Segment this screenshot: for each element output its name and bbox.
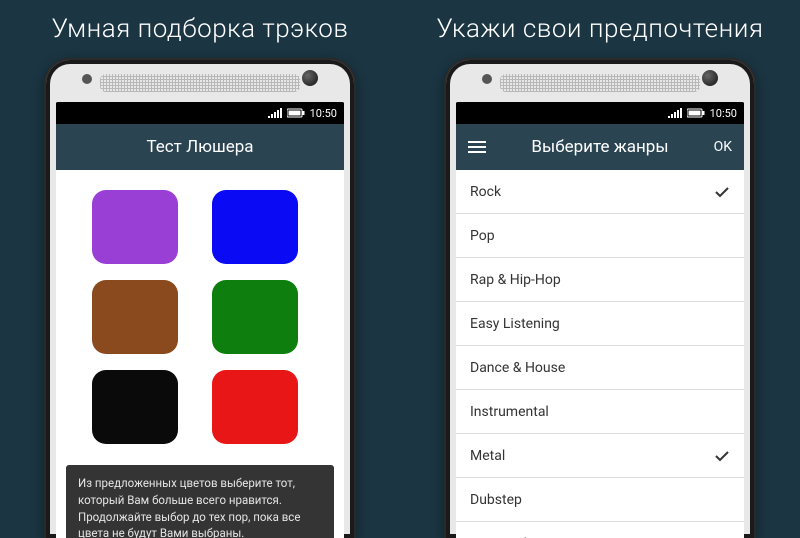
app-header-left: Тест Люшера xyxy=(56,124,344,170)
signal-icon xyxy=(268,108,282,118)
app-header-title: Выберите жанры xyxy=(531,137,668,157)
battery-icon xyxy=(687,108,705,118)
genre-label: Rock xyxy=(470,184,501,200)
genre-label: Easy Listening xyxy=(470,316,560,332)
app-header-title: Тест Люшера xyxy=(146,137,253,157)
genre-item[interactable]: Pop xyxy=(456,214,744,258)
color-tile-purple[interactable] xyxy=(92,190,178,264)
phone-speaker xyxy=(500,74,700,92)
status-bar: 10:50 xyxy=(56,102,344,124)
check-icon xyxy=(714,448,730,464)
left-panel: Умная подборка трэков 10:50 Тест Люшера … xyxy=(0,0,400,538)
right-panel: Укажи свои предпочтения 10:50 Выберите ж… xyxy=(400,0,800,538)
battery-icon xyxy=(287,108,305,118)
genre-label: Metal xyxy=(470,448,505,464)
instruction-toast: Из предложенных цветов выберите тот, кот… xyxy=(66,465,334,538)
luscher-body: Из предложенных цветов выберите тот, кот… xyxy=(56,170,344,538)
color-tile-green[interactable] xyxy=(212,280,298,354)
phone-speaker xyxy=(100,74,300,92)
right-panel-title: Укажи свои предпочтения xyxy=(429,0,772,52)
status-bar: 10:50 xyxy=(456,102,744,124)
app-header-right: Выберите жанры OK xyxy=(456,124,744,170)
genre-list: Rock Pop Rap & Hip-Hop Easy Listening Dance … xyxy=(456,170,744,538)
status-time: 10:50 xyxy=(310,107,337,120)
genre-item[interactable]: Dance & House xyxy=(456,346,744,390)
phone-camera xyxy=(302,70,318,86)
ok-button[interactable]: OK xyxy=(714,139,732,155)
color-tile-black[interactable] xyxy=(92,370,178,444)
color-tile-brown[interactable] xyxy=(92,280,178,354)
signal-icon xyxy=(668,108,682,118)
left-panel-title: Умная подборка трэков xyxy=(44,0,357,52)
phone-screen-left: 10:50 Тест Люшера Из предложенных цветов… xyxy=(56,102,344,538)
genre-label: Instrumental xyxy=(470,404,549,420)
color-tile-red[interactable] xyxy=(212,370,298,444)
check-icon xyxy=(714,184,730,200)
phone-sensor xyxy=(482,74,492,84)
phone-sensor xyxy=(82,74,92,84)
genre-item[interactable]: Dubstep xyxy=(456,478,744,522)
genre-item[interactable]: Instrumental xyxy=(456,390,744,434)
genre-label: Dance & House xyxy=(470,360,565,376)
genre-item[interactable]: Rap & Hip-Hop xyxy=(456,258,744,302)
color-tile-blue[interactable] xyxy=(212,190,298,264)
phone-camera xyxy=(702,70,718,86)
genre-label: Rap & Hip-Hop xyxy=(470,272,561,288)
genre-item[interactable]: Rock xyxy=(456,170,744,214)
genre-label: Dubstep xyxy=(470,492,522,508)
genre-item[interactable]: Easy Listening xyxy=(456,302,744,346)
genre-item[interactable]: Jazz & Blues xyxy=(456,522,744,538)
hamburger-icon[interactable] xyxy=(468,138,486,156)
genre-item[interactable]: Metal xyxy=(456,434,744,478)
phone-frame-left: 10:50 Тест Люшера Из предложенных цветов… xyxy=(44,58,356,538)
color-grid xyxy=(56,170,344,464)
status-time: 10:50 xyxy=(710,107,737,120)
phone-screen-right: 10:50 Выберите жанры OK Rock Pop Rap & Hip… xyxy=(456,102,744,538)
phone-frame-right: 10:50 Выберите жанры OK Rock Pop Rap & Hip… xyxy=(444,58,756,538)
genre-label: Pop xyxy=(470,228,495,244)
